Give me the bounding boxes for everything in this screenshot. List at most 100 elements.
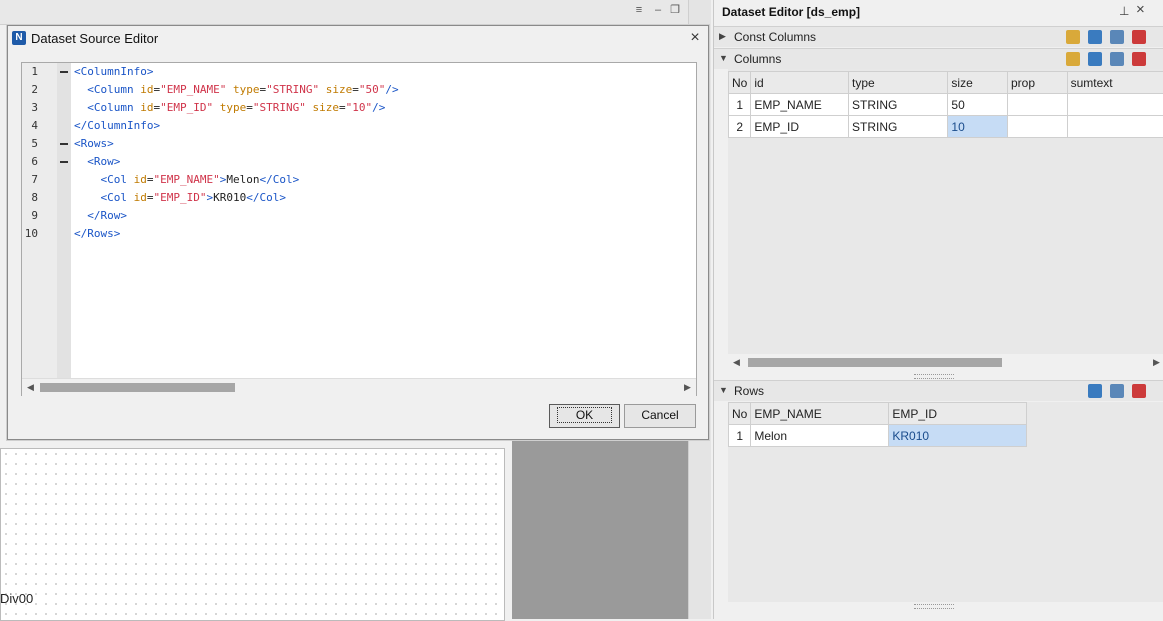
column-header[interactable]: No — [729, 72, 751, 94]
pin-icon[interactable]: ⊥ — [1119, 4, 1129, 18]
add-column-icon[interactable] — [1066, 52, 1080, 66]
scrollbar-thumb[interactable] — [40, 383, 235, 392]
columns-table[interactable]: No id type size prop sumtext 1 EMP_NAME … — [728, 71, 1163, 138]
scroll-left-icon[interactable]: ◀ — [27, 382, 34, 393]
dataset-editor-panel: Dataset Editor [ds_emp] ⊥ × ▶ Const Colu… — [713, 0, 1163, 619]
table-cell[interactable]: 1 — [729, 425, 751, 447]
add-row-icon[interactable] — [1088, 52, 1102, 66]
table-cell[interactable] — [1067, 94, 1163, 116]
line-number: 1 — [22, 65, 38, 78]
rows-grid-area: No EMP_NAME EMP_ID 1 Melon KR010 — [728, 402, 1163, 602]
line-number: 3 — [22, 101, 38, 114]
table-cell[interactable]: 1 — [729, 94, 751, 116]
table-row[interactable]: 2 EMP_ID STRING 10 — [729, 116, 1163, 138]
table-cell[interactable]: STRING — [849, 94, 948, 116]
delete-icon[interactable] — [1132, 384, 1146, 398]
panel-title: Dataset Editor [ds_emp] — [722, 5, 860, 19]
code-line: <Row> — [74, 155, 120, 168]
column-header[interactable]: type — [849, 72, 948, 94]
column-header[interactable]: id — [751, 72, 849, 94]
rows-table[interactable]: No EMP_NAME EMP_ID 1 Melon KR010 — [728, 402, 1027, 447]
fold-collapse-icon[interactable] — [60, 143, 68, 145]
rows-section[interactable]: ▼ Rows — [714, 380, 1163, 401]
table-cell[interactable]: EMP_NAME — [751, 94, 849, 116]
table-cell[interactable] — [1007, 94, 1067, 116]
fold-collapse-icon[interactable] — [60, 71, 68, 73]
designer-toolbar — [0, 0, 710, 25]
column-header[interactable]: EMP_NAME — [751, 403, 889, 425]
rows-label: Rows — [734, 384, 764, 398]
table-cell[interactable]: 50 — [948, 94, 1008, 116]
const-columns-section[interactable]: ▶ Const Columns — [714, 26, 1163, 47]
scroll-left-icon[interactable]: ◀ — [733, 357, 740, 368]
table-row[interactable]: 1 EMP_NAME STRING 50 — [729, 94, 1163, 116]
table-cell[interactable]: Melon — [751, 425, 889, 447]
scroll-right-icon[interactable]: ▶ — [1153, 357, 1160, 368]
dialog-titlebar[interactable]: N Dataset Source Editor × — [8, 26, 708, 50]
insert-icon[interactable] — [1110, 52, 1124, 66]
source-editor[interactable]: 1 2 3 4 5 6 7 8 9 10 <ColumnInfo> <Colum… — [21, 62, 697, 396]
const-columns-label: Const Columns — [734, 30, 816, 44]
scroll-right-icon[interactable]: ▶ — [684, 382, 691, 393]
chevron-right-icon[interactable]: ▶ — [719, 31, 726, 42]
line-number: 10 — [22, 227, 38, 240]
restore-icon[interactable]: ❐ — [668, 3, 682, 17]
columns-section[interactable]: ▼ Columns — [714, 48, 1163, 69]
fold-collapse-icon[interactable] — [60, 161, 68, 163]
line-number: 9 — [22, 209, 38, 222]
table-header-row: No EMP_NAME EMP_ID — [729, 403, 1027, 425]
column-header[interactable]: prop — [1007, 72, 1067, 94]
code-line: <Col id="EMP_ID">KR010</Col> — [74, 191, 286, 204]
code-line: </ColumnInfo> — [74, 119, 160, 132]
code-line: <Rows> — [74, 137, 114, 150]
table-cell[interactable]: STRING — [849, 116, 948, 138]
design-canvas[interactable] — [0, 448, 505, 621]
panel-close-icon[interactable]: × — [1136, 1, 1145, 18]
table-cell-selected[interactable]: 10 — [948, 116, 1008, 138]
columns-grid-area: No id type size prop sumtext 1 EMP_NAME … — [728, 69, 1163, 369]
menu-icon[interactable]: ≡ — [632, 3, 646, 17]
insert-icon[interactable] — [1110, 30, 1124, 44]
ok-button[interactable]: OK — [549, 404, 620, 428]
designer-dark-area — [512, 440, 688, 619]
add-row-icon[interactable] — [1088, 30, 1102, 44]
table-cell[interactable] — [1067, 116, 1163, 138]
delete-icon[interactable] — [1132, 52, 1146, 66]
add-column-icon[interactable] — [1066, 30, 1080, 44]
dialog-title: Dataset Source Editor — [31, 31, 158, 46]
column-header[interactable]: sumtext — [1067, 72, 1163, 94]
code-line: <ColumnInfo> — [74, 65, 153, 78]
code-line: <Column id="EMP_ID" type="STRING" size="… — [74, 101, 385, 114]
code-line: </Row> — [74, 209, 127, 222]
dialog-close-icon[interactable]: × — [686, 29, 704, 47]
insert-icon[interactable] — [1110, 384, 1124, 398]
columns-horizontal-scrollbar[interactable]: ◀ ▶ — [728, 354, 1163, 371]
splitter-handle[interactable] — [914, 604, 954, 609]
minimize-icon[interactable]: – — [651, 3, 665, 17]
chevron-down-icon[interactable]: ▼ — [719, 53, 728, 63]
div-component-label[interactable]: Div00 — [0, 591, 33, 606]
app-icon: N — [12, 31, 26, 45]
editor-horizontal-scrollbar[interactable]: ◀ ▶ — [22, 378, 696, 396]
line-number-gutter: 1 2 3 4 5 6 7 8 9 10 — [22, 63, 57, 378]
table-cell[interactable]: EMP_ID — [751, 116, 849, 138]
column-header[interactable]: No — [729, 403, 751, 425]
chevron-down-icon[interactable]: ▼ — [719, 385, 728, 395]
line-number: 7 — [22, 173, 38, 186]
line-number: 8 — [22, 191, 38, 204]
table-cell[interactable] — [1007, 116, 1067, 138]
line-number: 2 — [22, 83, 38, 96]
table-row[interactable]: 1 Melon KR010 — [729, 425, 1027, 447]
delete-icon[interactable] — [1132, 30, 1146, 44]
column-header[interactable]: size — [948, 72, 1008, 94]
cancel-button[interactable]: Cancel — [624, 404, 696, 428]
table-cell-selected[interactable]: KR010 — [889, 425, 1027, 447]
code-line: <Col id="EMP_NAME">Melon</Col> — [74, 173, 299, 186]
column-header[interactable]: EMP_ID — [889, 403, 1027, 425]
splitter-handle[interactable] — [914, 374, 954, 379]
add-row-icon[interactable] — [1088, 384, 1102, 398]
columns-label: Columns — [734, 52, 781, 66]
scrollbar-thumb[interactable] — [748, 358, 1002, 367]
line-number: 6 — [22, 155, 38, 168]
table-cell[interactable]: 2 — [729, 116, 751, 138]
